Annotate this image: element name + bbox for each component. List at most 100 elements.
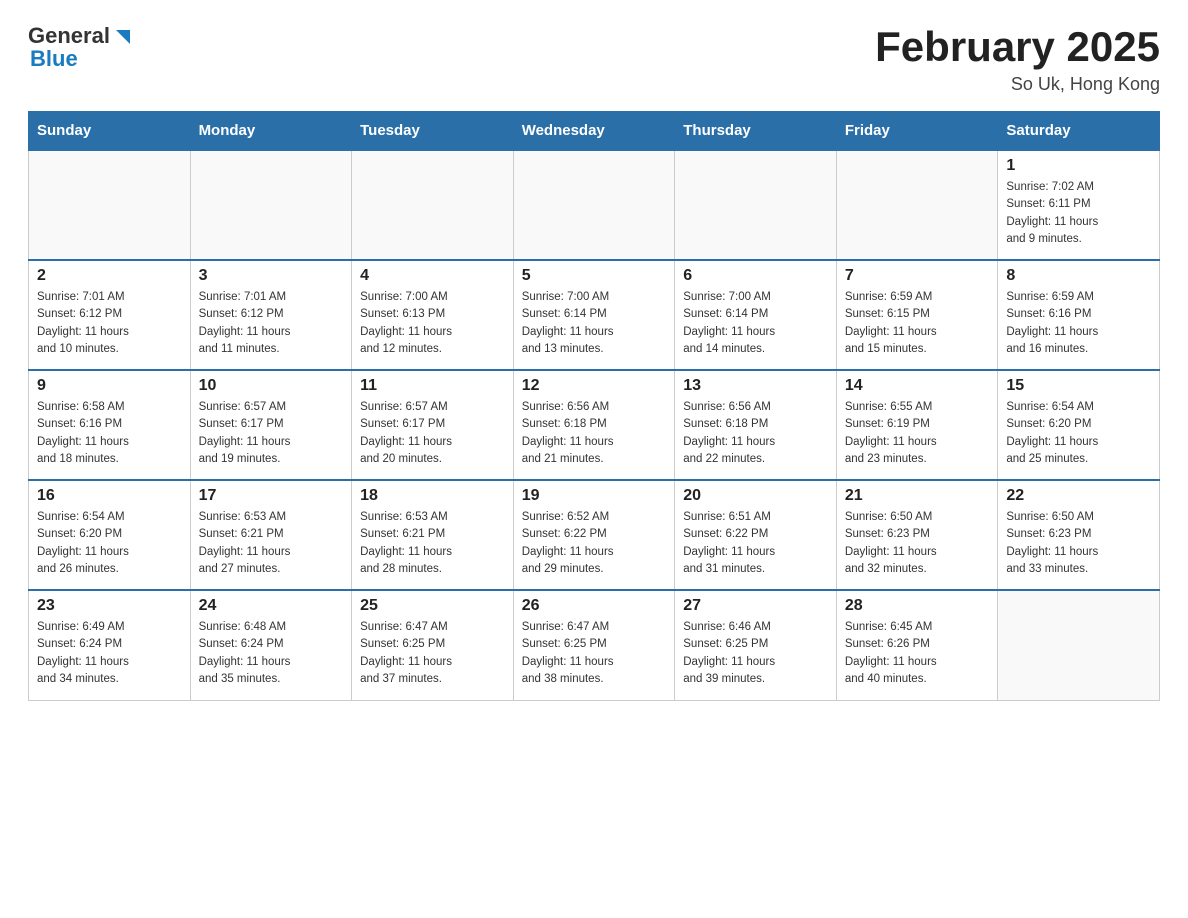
day-info: Sunrise: 7:00 AMSunset: 6:14 PMDaylight:… (522, 289, 667, 358)
day-number: 12 (522, 377, 667, 395)
day-number: 6 (683, 267, 828, 285)
day-info: Sunrise: 6:56 AMSunset: 6:18 PMDaylight:… (683, 399, 828, 468)
day-info: Sunrise: 6:56 AMSunset: 6:18 PMDaylight:… (522, 399, 667, 468)
calendar-cell: 24 Sunrise: 6:48 AMSunset: 6:24 PMDayligh… (190, 590, 352, 700)
calendar-cell: 17Sunrise: 6:53 AMSunset: 6:21 PMDayligh… (190, 480, 352, 590)
day-number: 1 (1006, 157, 1151, 175)
day-number: 7 (845, 267, 990, 285)
day-number: 26 (522, 597, 667, 615)
day-info: Sunrise: 6:50 AMSunset: 6:23 PMDaylight:… (1006, 509, 1151, 578)
calendar-cell: 4Sunrise: 7:00 AMSunset: 6:13 PMDaylight… (352, 260, 514, 370)
day-number: 22 (1006, 487, 1151, 505)
day-number: 24 (199, 597, 344, 615)
day-number: 27 (683, 597, 828, 615)
calendar-header: SundayMondayTuesdayWednesdayThursdayFrid… (29, 112, 1160, 151)
calendar-cell: 19Sunrise: 6:52 AMSunset: 6:22 PMDayligh… (513, 480, 675, 590)
header-cell-monday: Monday (190, 112, 352, 151)
calendar-cell (513, 150, 675, 260)
day-info: Sunrise: 6:51 AMSunset: 6:22 PMDaylight:… (683, 509, 828, 578)
calendar-week-row: 16 Sunrise: 6:54 AMSunset: 6:20 PMDayligh… (29, 480, 1160, 590)
calendar-cell: 6 Sunrise: 7:00 AMSunset: 6:14 PMDaylight… (675, 260, 837, 370)
logo-blue-text: Blue (30, 48, 134, 70)
day-info: Sunrise: 7:02 AMSunset: 6:11 PMDaylight:… (1006, 179, 1151, 248)
location-subtitle: So Uk, Hong Kong (875, 74, 1160, 95)
calendar-cell: 5 Sunrise: 7:00 AMSunset: 6:14 PMDaylight… (513, 260, 675, 370)
calendar-cell: 15Sunrise: 6:54 AMSunset: 6:20 PMDayligh… (998, 370, 1160, 480)
header-row: SundayMondayTuesdayWednesdayThursdayFrid… (29, 112, 1160, 151)
header-cell-tuesday: Tuesday (352, 112, 514, 151)
header-cell-friday: Friday (836, 112, 998, 151)
day-number: 25 (360, 597, 505, 615)
header-cell-thursday: Thursday (675, 112, 837, 151)
calendar-cell: 16 Sunrise: 6:54 AMSunset: 6:20 PMDayligh… (29, 480, 191, 590)
calendar-cell: 21 Sunrise: 6:50 AMSunset: 6:23 PMDayligh… (836, 480, 998, 590)
day-info: Sunrise: 6:58 AMSunset: 6:16 PMDaylight:… (37, 399, 182, 468)
calendar-cell: 7 Sunrise: 6:59 AMSunset: 6:15 PMDaylight… (836, 260, 998, 370)
day-info: Sunrise: 7:01 AMSunset: 6:12 PMDaylight:… (37, 289, 182, 358)
day-info: Sunrise: 6:49 AMSunset: 6:24 PMDaylight:… (37, 619, 182, 688)
day-info: Sunrise: 6:48 AMSunset: 6:24 PMDaylight:… (199, 619, 344, 688)
day-info: Sunrise: 7:01 AMSunset: 6:12 PMDaylight:… (199, 289, 344, 358)
title-block: February 2025 So Uk, Hong Kong (875, 24, 1160, 95)
calendar-cell (836, 150, 998, 260)
day-info: Sunrise: 6:46 AMSunset: 6:25 PMDaylight:… (683, 619, 828, 688)
calendar-cell: 20 Sunrise: 6:51 AMSunset: 6:22 PMDayligh… (675, 480, 837, 590)
day-info: Sunrise: 6:59 AMSunset: 6:16 PMDaylight:… (1006, 289, 1151, 358)
day-info: Sunrise: 6:47 AMSunset: 6:25 PMDaylight:… (360, 619, 505, 688)
day-number: 11 (360, 377, 505, 395)
calendar-cell: 12 Sunrise: 6:56 AMSunset: 6:18 PMDayligh… (513, 370, 675, 480)
day-number: 20 (683, 487, 828, 505)
calendar-week-row: 1 Sunrise: 7:02 AMSunset: 6:11 PMDaylight… (29, 150, 1160, 260)
day-info: Sunrise: 6:59 AMSunset: 6:15 PMDaylight:… (845, 289, 990, 358)
calendar-week-row: 2 Sunrise: 7:01 AMSunset: 6:12 PMDaylight… (29, 260, 1160, 370)
day-number: 2 (37, 267, 182, 285)
day-info: Sunrise: 6:50 AMSunset: 6:23 PMDaylight:… (845, 509, 990, 578)
day-number: 28 (845, 597, 990, 615)
day-number: 21 (845, 487, 990, 505)
day-number: 23 (37, 597, 182, 615)
calendar-cell: 22 Sunrise: 6:50 AMSunset: 6:23 PMDayligh… (998, 480, 1160, 590)
day-info: Sunrise: 6:45 AMSunset: 6:26 PMDaylight:… (845, 619, 990, 688)
page-header: General Blue February 2025 So Uk, Hong K… (28, 24, 1160, 95)
logo: General Blue (28, 24, 134, 70)
calendar-cell (998, 590, 1160, 700)
header-cell-saturday: Saturday (998, 112, 1160, 151)
calendar-week-row: 23 Sunrise: 6:49 AMSunset: 6:24 PMDayligh… (29, 590, 1160, 700)
day-info: Sunrise: 6:54 AMSunset: 6:20 PMDaylight:… (37, 509, 182, 578)
day-number: 15 (1006, 377, 1151, 395)
day-info: Sunrise: 6:53 AMSunset: 6:21 PMDaylight:… (360, 509, 505, 578)
calendar-cell: 28 Sunrise: 6:45 AMSunset: 6:26 PMDayligh… (836, 590, 998, 700)
day-number: 3 (199, 267, 344, 285)
day-info: Sunrise: 6:47 AMSunset: 6:25 PMDaylight:… (522, 619, 667, 688)
day-number: 4 (360, 267, 505, 285)
day-info: Sunrise: 6:57 AMSunset: 6:17 PMDaylight:… (199, 399, 344, 468)
logo-general-text: General (28, 25, 110, 47)
calendar-cell: 25 Sunrise: 6:47 AMSunset: 6:25 PMDayligh… (352, 590, 514, 700)
calendar-week-row: 9Sunrise: 6:58 AMSunset: 6:16 PMDaylight… (29, 370, 1160, 480)
day-number: 14 (845, 377, 990, 395)
day-number: 5 (522, 267, 667, 285)
calendar-cell: 11Sunrise: 6:57 AMSunset: 6:17 PMDayligh… (352, 370, 514, 480)
calendar-body: 1 Sunrise: 7:02 AMSunset: 6:11 PMDaylight… (29, 150, 1160, 700)
calendar-cell: 14Sunrise: 6:55 AMSunset: 6:19 PMDayligh… (836, 370, 998, 480)
day-number: 13 (683, 377, 828, 395)
calendar-table: SundayMondayTuesdayWednesdayThursdayFrid… (28, 111, 1160, 701)
day-number: 10 (199, 377, 344, 395)
day-number: 17 (199, 487, 344, 505)
calendar-cell: 10 Sunrise: 6:57 AMSunset: 6:17 PMDayligh… (190, 370, 352, 480)
logo-triangle-icon (112, 26, 134, 48)
calendar-cell: 27 Sunrise: 6:46 AMSunset: 6:25 PMDayligh… (675, 590, 837, 700)
calendar-cell: 13 Sunrise: 6:56 AMSunset: 6:18 PMDayligh… (675, 370, 837, 480)
calendar-cell: 1 Sunrise: 7:02 AMSunset: 6:11 PMDaylight… (998, 150, 1160, 260)
calendar-cell (190, 150, 352, 260)
day-number: 8 (1006, 267, 1151, 285)
header-cell-sunday: Sunday (29, 112, 191, 151)
day-info: Sunrise: 6:52 AMSunset: 6:22 PMDaylight:… (522, 509, 667, 578)
day-info: Sunrise: 7:00 AMSunset: 6:14 PMDaylight:… (683, 289, 828, 358)
calendar-cell (29, 150, 191, 260)
day-number: 16 (37, 487, 182, 505)
calendar-cell (352, 150, 514, 260)
calendar-cell (675, 150, 837, 260)
calendar-cell: 18Sunrise: 6:53 AMSunset: 6:21 PMDayligh… (352, 480, 514, 590)
calendar-cell: 3 Sunrise: 7:01 AMSunset: 6:12 PMDaylight… (190, 260, 352, 370)
